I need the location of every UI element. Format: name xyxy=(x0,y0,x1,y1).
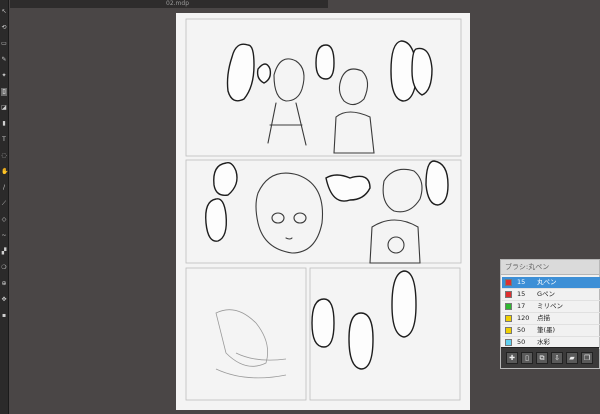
brush-size: 120 xyxy=(517,314,530,322)
character-head xyxy=(273,58,305,102)
brush-item[interactable]: 15 丸ペン xyxy=(502,277,600,289)
brush-size: 15 xyxy=(517,290,526,298)
brush-size: 50 xyxy=(517,326,526,334)
zoom-tool-icon[interactable]: ⊕ xyxy=(1,280,7,288)
character-head xyxy=(382,168,423,213)
canvas-area[interactable] xyxy=(176,13,470,410)
brush-color-swatch xyxy=(505,339,512,346)
brush-panel: ブラシ:丸ペン 15 丸ペン 15 Gペン 17 ミリペン 120 点描 50 筆(墨) 50 水彩 … xyxy=(500,259,600,369)
speech-bubble xyxy=(256,63,272,84)
brush-list: 15 丸ペン 15 Gペン 17 ミリペン 120 点描 50 筆(墨) 50 水彩 xyxy=(502,277,600,349)
select-tool-icon[interactable]: ↖ xyxy=(1,8,7,16)
brush-item[interactable]: 50 筆(墨) xyxy=(502,325,600,337)
brush-copy-icon[interactable]: ⧉ xyxy=(536,352,548,364)
brush-item[interactable]: 15 Gペン xyxy=(502,289,600,301)
pen-tool-icon[interactable]: ✎ xyxy=(1,56,7,64)
brush-size: 15 xyxy=(517,278,526,286)
brush-name: 丸ペン xyxy=(537,278,557,286)
eraser-tool-icon[interactable]: ◪ xyxy=(1,104,7,112)
speech-bubble xyxy=(425,160,449,206)
brush-add-icon[interactable]: ✚ xyxy=(506,352,518,364)
brush-color-swatch xyxy=(505,291,512,298)
brush-panel-toolbar: ✚ ▯ ⧉ ⇩ ▰ ❐ xyxy=(501,347,599,368)
character-head xyxy=(338,68,369,106)
document-title-bar: 02.mdp xyxy=(10,0,328,8)
speech-bubble xyxy=(205,198,228,242)
speech-bubble xyxy=(391,270,417,338)
brush-color-swatch xyxy=(505,303,512,310)
brush-name: 点描 xyxy=(537,314,550,322)
speech-bubble xyxy=(226,43,255,102)
speech-bubble xyxy=(411,47,433,96)
brush-panel-title: ブラシ:丸ペン xyxy=(501,260,599,275)
curve-tool-icon[interactable]: ~ xyxy=(1,232,7,240)
speech-bubble xyxy=(325,174,371,202)
character-body xyxy=(369,219,421,264)
lasso-tool-icon[interactable]: ◌ xyxy=(1,152,7,160)
brush-item[interactable]: 120 点描 xyxy=(502,313,600,325)
brush-name: Gペン xyxy=(537,290,556,298)
speech-bubble xyxy=(348,312,374,370)
speech-bubble xyxy=(315,44,335,80)
stamp-tool-icon[interactable]: ▪ xyxy=(1,312,7,320)
shape-tool-icon[interactable]: ◇ xyxy=(1,216,7,224)
new-brush-icon[interactable]: ▯ xyxy=(521,352,533,364)
text-tool-icon[interactable]: T xyxy=(1,136,7,144)
duplicate-icon[interactable]: ❐ xyxy=(581,352,593,364)
line-tool-icon[interactable]: / xyxy=(1,184,7,192)
gradient-tool-icon[interactable]: ▞ xyxy=(1,248,7,256)
speech-bubble xyxy=(311,298,335,348)
blur-tool-icon[interactable]: ❍ xyxy=(1,264,7,272)
brush-item[interactable]: 17 ミリペン xyxy=(502,301,600,313)
move-tool-icon[interactable]: ✥ xyxy=(1,296,7,304)
character-body xyxy=(333,111,375,154)
brush-tool-icon[interactable]: ✦ xyxy=(1,72,7,80)
eyedrop-tool-icon[interactable]: ⟋ xyxy=(1,200,7,208)
brush-name: ミリペン xyxy=(537,302,563,310)
brush-color-swatch xyxy=(505,279,512,286)
manga-sketch[interactable] xyxy=(176,13,470,410)
character-head xyxy=(255,172,324,254)
brush-color-swatch xyxy=(505,315,512,322)
fill-tool-icon[interactable]: ▮ xyxy=(1,120,7,128)
brush-size: 17 xyxy=(517,302,526,310)
brush-name: 筆(墨) xyxy=(537,326,556,334)
rect-select-tool-icon[interactable]: ▭ xyxy=(1,40,7,48)
rotate-tool-icon[interactable]: ⟲ xyxy=(1,24,7,32)
hand-tool-icon[interactable]: ✋ xyxy=(1,168,8,176)
speech-bubble xyxy=(213,161,238,196)
character-body xyxy=(267,102,307,146)
tool-palette: ↖ ⟲ ▭ ✎ ✦ ▯ ◪ ▮ T ◌ ✋ / ⟋ ◇ ~ ▞ ❍ ⊕ ✥ ▪ xyxy=(0,0,9,414)
brush-color-swatch xyxy=(505,327,512,334)
document-title: 02.mdp xyxy=(166,0,190,7)
folder-icon[interactable]: ▰ xyxy=(566,352,578,364)
hand-sketch xyxy=(215,309,269,367)
layer-tool-icon[interactable]: ▯ xyxy=(1,88,7,96)
brush-export-icon[interactable]: ⇩ xyxy=(551,352,563,364)
